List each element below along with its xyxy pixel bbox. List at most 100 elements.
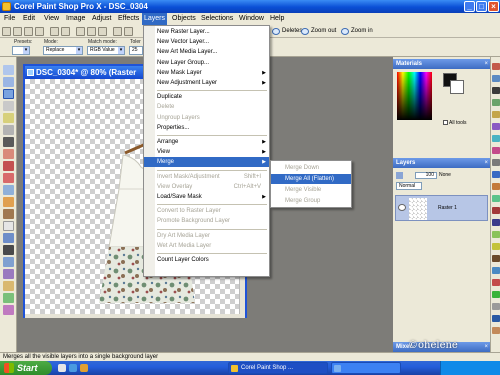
pen-tool-icon[interactable]	[3, 269, 14, 279]
layer-row[interactable]: Raster 1	[395, 195, 488, 221]
effect-icon[interactable]	[492, 159, 500, 166]
pan-tool-icon[interactable]	[3, 65, 14, 75]
effect-icon[interactable]	[492, 219, 500, 226]
layers-menu-item[interactable]: Merge ▶	[144, 157, 269, 168]
menu-edit[interactable]: Edit	[21, 13, 37, 25]
layers-menu-item[interactable]: Ungroup Layers	[144, 113, 269, 123]
text-tool-icon[interactable]	[3, 245, 14, 255]
layers-menu-item[interactable]: New Layer Group...	[144, 58, 269, 68]
cut-icon[interactable]	[76, 27, 85, 36]
effect-icon[interactable]	[492, 99, 500, 106]
menu-adjust[interactable]: Adjust	[90, 13, 113, 25]
flood-fill-icon[interactable]	[3, 233, 14, 243]
red-eye-icon[interactable]	[3, 173, 14, 183]
layers-panel-header[interactable]: Layers ×	[393, 158, 490, 168]
effect-icon[interactable]	[492, 147, 500, 154]
color-spectrum[interactable]	[397, 72, 432, 120]
menu-help[interactable]: Help	[268, 13, 286, 25]
background-color-swatch[interactable]	[450, 80, 464, 94]
effect-icon[interactable]	[492, 267, 500, 274]
selection-tool-icon[interactable]	[3, 113, 14, 123]
zoom-out-button[interactable]: Zoom out	[300, 26, 336, 37]
paste-icon[interactable]	[98, 27, 107, 36]
move-tool-icon[interactable]	[3, 101, 14, 111]
layers-menu-item[interactable]: New Adjustment Layer ▶	[144, 78, 269, 88]
effect-icon[interactable]	[492, 111, 500, 118]
layers-menu-item[interactable]: New Mask Layer ▶	[144, 68, 269, 78]
new-layer-icon[interactable]	[396, 172, 403, 179]
layers-menu-item[interactable]: Properties...	[144, 123, 269, 133]
menu-window[interactable]: Window	[237, 13, 266, 25]
effect-icon[interactable]	[492, 183, 500, 190]
effect-icon[interactable]	[492, 291, 500, 298]
effect-icon[interactable]	[492, 123, 500, 130]
layers-menu-item[interactable]: New Raster Layer...	[144, 27, 269, 37]
panel-close-icon[interactable]: ×	[484, 158, 488, 168]
effect-icon[interactable]	[492, 243, 500, 250]
crop-icon[interactable]	[113, 27, 122, 36]
blend-mode-dropdown[interactable]: Normal	[396, 182, 422, 190]
pick-tool-icon[interactable]	[3, 89, 14, 99]
clone-brush-icon[interactable]	[3, 197, 14, 207]
close-button[interactable]: ×	[488, 1, 499, 12]
art-media-icon[interactable]	[3, 293, 14, 303]
layers-menu-item[interactable]: New Vector Layer...	[144, 37, 269, 47]
effect-icon[interactable]	[492, 195, 500, 202]
effect-icon[interactable]	[492, 135, 500, 142]
panel-close-icon[interactable]: ×	[484, 59, 488, 69]
visibility-eye-icon[interactable]	[398, 204, 406, 211]
layers-menu-item[interactable]: New Art Media Layer...	[144, 47, 269, 57]
deletes-button[interactable]: Deletes	[271, 26, 302, 37]
quicklaunch-desktop-icon[interactable]	[58, 364, 66, 372]
effect-icon[interactable]	[492, 303, 500, 310]
effect-icon[interactable]	[492, 255, 500, 262]
effect-icon[interactable]	[492, 207, 500, 214]
makeover-icon[interactable]	[3, 185, 14, 195]
effect-icon[interactable]	[492, 63, 500, 70]
zoom-tool-icon[interactable]	[3, 77, 14, 87]
resize-icon[interactable]	[124, 27, 133, 36]
effect-icon[interactable]	[492, 327, 500, 334]
effect-icon[interactable]	[492, 87, 500, 94]
undo-icon[interactable]	[50, 27, 59, 36]
layers-menu-item[interactable]: Invert Mask/Adjustment Shift+I	[144, 172, 269, 182]
open-file-icon[interactable]	[13, 27, 22, 36]
minimize-button[interactable]: _	[464, 1, 475, 12]
mesh-warp-icon[interactable]	[3, 305, 14, 315]
layers-menu-item[interactable]: Promote Background Layer	[144, 216, 269, 226]
effect-icon[interactable]	[492, 315, 500, 322]
save-icon[interactable]	[24, 27, 33, 36]
warp-brush-icon[interactable]	[3, 281, 14, 291]
effect-icon[interactable]	[492, 279, 500, 286]
menu-layers[interactable]: Layers	[142, 13, 168, 25]
layers-menu-item[interactable]: Duplicate	[144, 92, 269, 102]
layers-menu-item[interactable]: Delete	[144, 102, 269, 112]
effect-icon[interactable]	[492, 231, 500, 238]
menu-view[interactable]: View	[42, 13, 61, 25]
paint-brush-icon[interactable]	[3, 209, 14, 219]
print-icon[interactable]	[35, 27, 44, 36]
straighten-icon[interactable]	[3, 161, 14, 171]
quicklaunch-browser-icon[interactable]	[69, 364, 77, 372]
merge-submenu-item[interactable]: Merge Visible	[271, 185, 351, 195]
horizontal-scrollbar[interactable]	[25, 314, 245, 318]
materials-panel-header[interactable]: Materials ×	[393, 59, 490, 69]
copy-icon[interactable]	[87, 27, 96, 36]
layers-menu-item[interactable]: Arrange ▶	[144, 137, 269, 147]
merge-submenu-item[interactable]: Merge All (Flatten)	[271, 174, 351, 184]
eraser-icon[interactable]	[3, 221, 14, 231]
match-mode-dropdown[interactable]: RGB Value ▾	[87, 46, 125, 55]
taskbar-second-button[interactable]	[331, 362, 401, 374]
mode-dropdown[interactable]: Replace ▾	[43, 46, 83, 55]
dropper-icon[interactable]	[3, 137, 14, 147]
merge-submenu-item[interactable]: Merge Down	[271, 163, 351, 173]
new-file-icon[interactable]	[2, 27, 11, 36]
quicklaunch-media-icon[interactable]	[80, 364, 88, 372]
crop-tool-icon[interactable]	[3, 149, 14, 159]
panel-close-icon[interactable]: ×	[484, 342, 488, 352]
layers-menu-item[interactable]: Load/Save Mask ▶	[144, 192, 269, 202]
merge-submenu-item[interactable]: Merge Group	[271, 196, 351, 206]
app-title-bar[interactable]: Corel Paint Shop Pro X - DSC_0304 _ □ ×	[0, 0, 500, 13]
menu-image[interactable]: Image	[64, 13, 87, 25]
menu-objects[interactable]: Objects	[170, 13, 198, 25]
